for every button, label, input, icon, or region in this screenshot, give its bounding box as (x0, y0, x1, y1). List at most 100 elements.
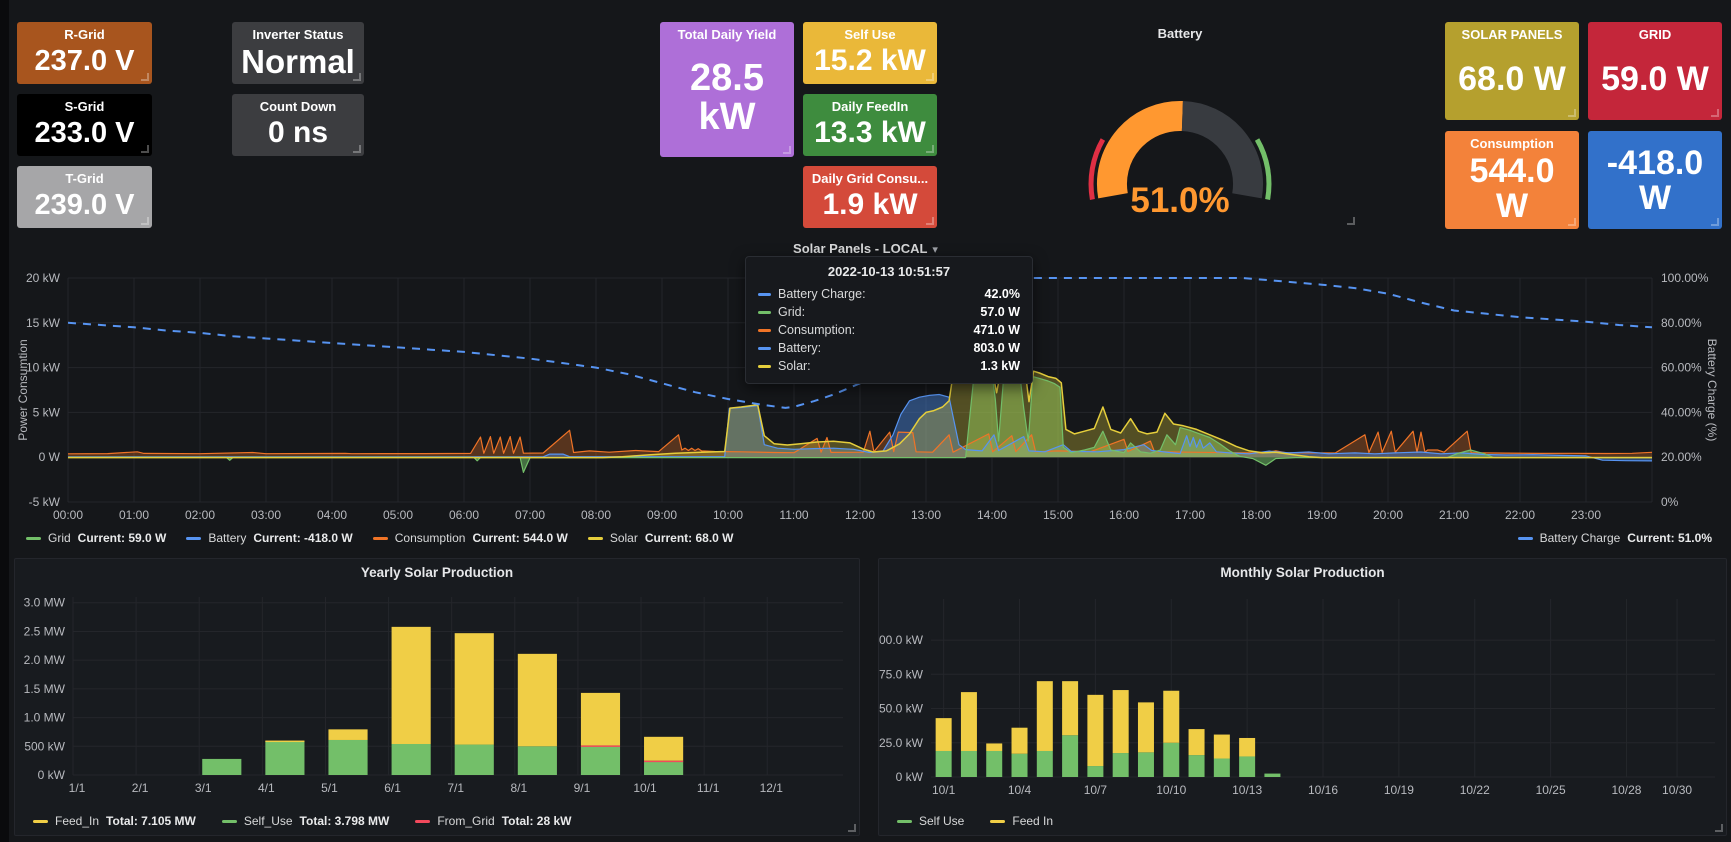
stat-value: 233.0 V (35, 114, 135, 153)
svg-text:06:00: 06:00 (449, 508, 479, 522)
svg-text:100.00%: 100.00% (1661, 271, 1709, 285)
svg-text:10/7: 10/7 (1084, 783, 1108, 797)
svg-text:02:00: 02:00 (185, 508, 215, 522)
tooltip-series-value: 57.0 W (980, 305, 1020, 319)
stat-panel-battery[interactable]: -418.0 W (1588, 131, 1722, 229)
stat-panel-solar-panels[interactable]: SOLAR PANELS 68.0 W (1445, 22, 1579, 120)
svg-text:3.0 MW: 3.0 MW (24, 596, 66, 610)
tooltip-row: Consumption:471.0 W (758, 321, 1020, 339)
legend-item-feed-in[interactable]: Feed In (990, 814, 1053, 828)
tooltip-series-value: 42.0% (985, 287, 1020, 301)
tooltip-series-label: Battery Charge: (778, 287, 866, 301)
row-header-solar-panels-local[interactable]: Solar Panels - LOCAL▾ (0, 241, 1731, 256)
legend-label: Consumption (395, 531, 466, 545)
svg-text:60.00%: 60.00% (1661, 361, 1702, 375)
series-color-dash-icon (758, 293, 771, 296)
svg-text:00:00: 00:00 (53, 508, 83, 522)
svg-text:10/4: 10/4 (1008, 783, 1032, 797)
legend-item-battery-charge[interactable]: Battery ChargeCurrent: 51.0% (1518, 531, 1712, 545)
svg-text:10/1: 10/1 (932, 783, 956, 797)
series-color-dash-icon (990, 820, 1005, 823)
gauge-panel-battery[interactable]: Battery 51.0% (1002, 22, 1358, 228)
legend-value: Total: 7.105 MW (106, 814, 196, 828)
legend-value: Current: -418.0 W (253, 531, 352, 545)
legend-value: Total: 28 kW (502, 814, 572, 828)
svg-text:10/25: 10/25 (1536, 783, 1566, 797)
svg-text:08:00: 08:00 (581, 508, 611, 522)
monthly-legend: Self Use Feed In (897, 814, 1053, 828)
stat-value: 237.0 V (35, 42, 135, 81)
panel-title: T-Grid (65, 171, 103, 186)
panel-yearly-solar-production[interactable]: Yearly Solar Production 0 kW500 kW1.0 MW… (14, 558, 860, 836)
stat-panel-t-grid[interactable]: T-Grid 239.0 V (17, 166, 152, 228)
svg-text:2/1: 2/1 (132, 781, 149, 795)
legend-item-self-use[interactable]: Self_Use Total: 3.798 MW (222, 814, 390, 828)
legend-label: Self_Use (244, 814, 293, 828)
legend-item-solar[interactable]: SolarCurrent: 68.0 W (588, 531, 734, 545)
stat-panel-s-grid[interactable]: S-Grid 233.0 V (17, 94, 152, 156)
panel-title: GRID (1639, 27, 1672, 42)
legend-right: Battery ChargeCurrent: 51.0% (1518, 531, 1712, 545)
tooltip-series-label: Grid: (778, 305, 805, 319)
panel-monthly-solar-production[interactable]: Monthly Solar Production 0 kW25.0 kW50.0… (878, 558, 1727, 836)
tooltip-series-label: Solar: (778, 359, 811, 373)
stat-panel-grid[interactable]: GRID 59.0 W (1588, 22, 1722, 120)
svg-text:2.0 MW: 2.0 MW (24, 653, 66, 667)
stat-value: 13.3 kW (814, 114, 926, 153)
svg-text:16:00: 16:00 (1109, 508, 1139, 522)
svg-text:0%: 0% (1661, 495, 1679, 509)
series-color-dash-icon (186, 537, 201, 540)
svg-text:18:00: 18:00 (1241, 508, 1271, 522)
stat-panel-count-down[interactable]: Count Down 0 ns (232, 94, 364, 156)
chevron-down-icon[interactable]: ▾ (932, 244, 938, 256)
svg-text:10/22: 10/22 (1460, 783, 1490, 797)
svg-text:50.0 kW: 50.0 kW (879, 702, 924, 716)
stat-value: 544.0 W (1449, 151, 1575, 226)
legend-label: From_Grid (437, 814, 494, 828)
svg-text:01:00: 01:00 (119, 508, 149, 522)
yearly-bar-chart[interactable]: 0 kW500 kW1.0 MW1.5 MW2.0 MW2.5 MW3.0 MW… (15, 585, 859, 803)
stat-panel-daily-grid-consumption[interactable]: Daily Grid Consu... 1.9 kW (803, 166, 937, 228)
svg-text:12/1: 12/1 (760, 781, 784, 795)
svg-text:0 kW: 0 kW (896, 770, 924, 784)
panel-title: Self Use (844, 27, 895, 42)
legend-left: GridCurrent: 59.0 W BatteryCurrent: -418.… (26, 531, 734, 545)
legend-item-feed-in[interactable]: Feed_InTotal: 7.105 MW (33, 814, 196, 828)
stat-panel-total-daily-yield[interactable]: Total Daily Yield 28.5 kW (660, 22, 794, 157)
legend-item-self-use[interactable]: Self Use (897, 814, 964, 828)
panel-title: R-Grid (64, 27, 104, 42)
panel-title: Consumption (1470, 136, 1554, 151)
stat-panel-r-grid[interactable]: R-Grid 237.0 V (17, 22, 152, 84)
svg-text:10 kW: 10 kW (26, 361, 61, 375)
legend-item-battery[interactable]: BatteryCurrent: -418.0 W (186, 531, 352, 545)
monthly-bar-chart[interactable]: 0 kW25.0 kW50.0 kW75.0 kW100.0 kW10/110/… (879, 585, 1726, 803)
battery-gauge: 51.0% (1002, 44, 1358, 226)
stat-panel-inverter-status[interactable]: Inverter Status Normal (232, 22, 364, 84)
legend-item-consumption[interactable]: ConsumptionCurrent: 544.0 W (373, 531, 568, 545)
stat-panel-daily-feedin[interactable]: Daily FeedIn 13.3 kW (803, 94, 937, 156)
tooltip-row: Grid: 57.0 W (758, 303, 1020, 321)
svg-text:19:00: 19:00 (1307, 508, 1337, 522)
svg-text:09:00: 09:00 (647, 508, 677, 522)
legend-item-from-grid[interactable]: From_Grid Total: 28 kW (415, 814, 571, 828)
stat-panel-self-use[interactable]: Self Use 15.2 kW (803, 22, 937, 84)
svg-text:13:00: 13:00 (911, 508, 941, 522)
svg-text:10:00: 10:00 (713, 508, 743, 522)
panel-title: Battery (1002, 26, 1358, 41)
svg-text:07:00: 07:00 (515, 508, 545, 522)
svg-text:15:00: 15:00 (1043, 508, 1073, 522)
svg-text:51.0%: 51.0% (1130, 181, 1229, 220)
legend-item-grid[interactable]: GridCurrent: 59.0 W (26, 531, 166, 545)
legend-label: Feed In (1012, 814, 1053, 828)
svg-text:9/1: 9/1 (574, 781, 591, 795)
main-chart-legend: GridCurrent: 59.0 W BatteryCurrent: -418.… (26, 531, 1712, 545)
series-color-dash-icon (758, 329, 771, 332)
svg-text:1.0 MW: 1.0 MW (24, 711, 66, 725)
legend-value: Current: 59.0 W (78, 531, 167, 545)
left-edge-strip (0, 0, 9, 842)
stat-panel-consumption[interactable]: Consumption 544.0 W (1445, 131, 1579, 229)
legend-value: Total: 3.798 MW (300, 814, 390, 828)
svg-text:20 kW: 20 kW (26, 271, 61, 285)
series-color-dash-icon (415, 820, 430, 823)
panel-title: SOLAR PANELS (1462, 27, 1563, 42)
